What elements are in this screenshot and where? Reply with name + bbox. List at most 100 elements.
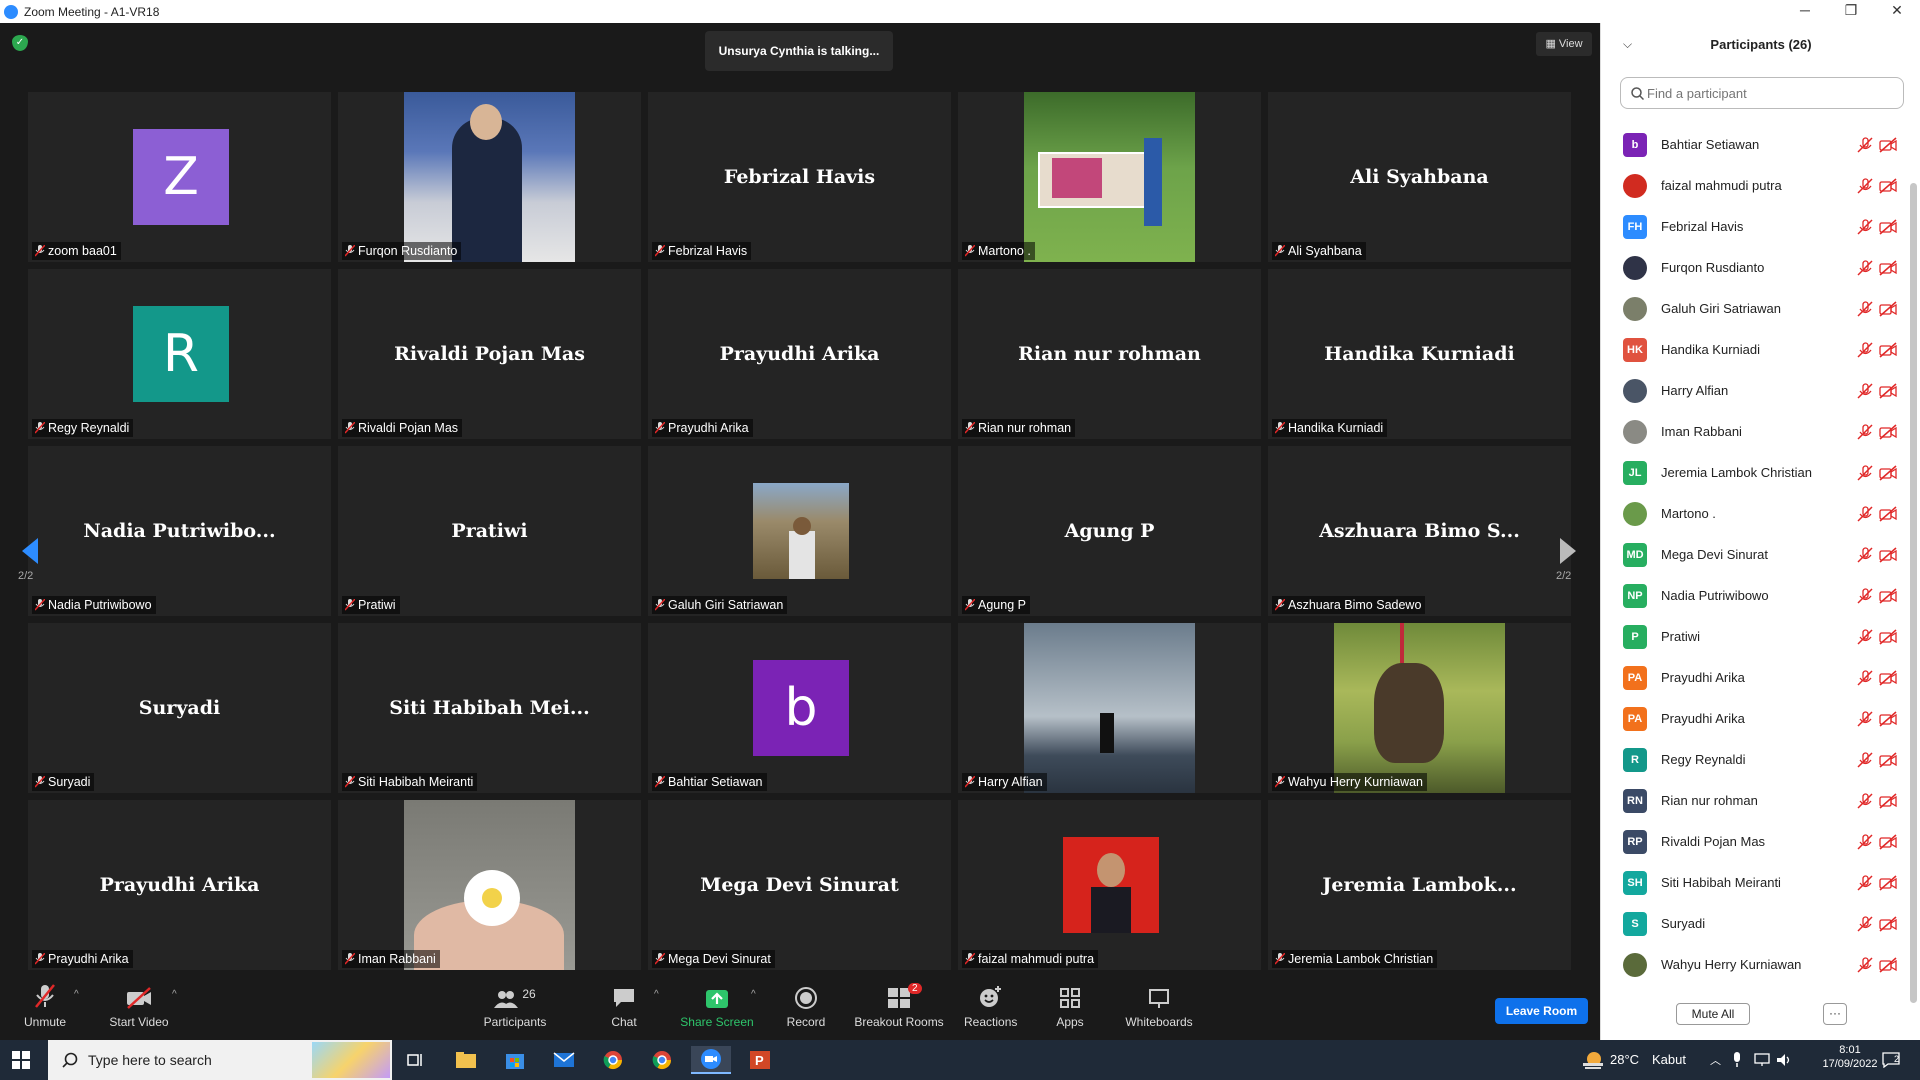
video-tile[interactable]: Jeremia Lambok... Jeremia Lambok Christia… xyxy=(1268,800,1571,970)
participant-row[interactable]: JL Jeremia Lambok Christian xyxy=(1601,453,1901,494)
video-tile[interactable]: Handika Kurniadi Handika Kurniadi xyxy=(1268,269,1571,439)
restore-button[interactable]: ❐ xyxy=(1828,0,1874,23)
minimize-button[interactable]: ─ xyxy=(1782,0,1828,23)
apps-button[interactable]: Apps xyxy=(1054,983,1086,1029)
breakout-rooms-button[interactable]: 2 Breakout Rooms xyxy=(852,983,946,1029)
participant-mic-button[interactable] xyxy=(1857,424,1873,445)
participant-video-button[interactable] xyxy=(1879,260,1897,281)
participant-mic-button[interactable] xyxy=(1857,383,1873,404)
windows-start-icon[interactable] xyxy=(12,1051,30,1069)
share-options-caret[interactable]: ^ xyxy=(751,989,756,1000)
participant-row[interactable]: PA Prayudhi Arika xyxy=(1601,658,1901,699)
participant-row[interactable]: SH Siti Habibah Meiranti xyxy=(1601,863,1901,904)
close-window-button[interactable]: ✕ xyxy=(1874,0,1920,23)
video-tile[interactable]: Rian nur rohman Rian nur rohman xyxy=(958,269,1261,439)
video-tile[interactable]: R Regy Reynaldi xyxy=(28,269,331,439)
mail-icon[interactable] xyxy=(544,1046,584,1074)
participant-row[interactable]: Furqon Rusdianto xyxy=(1601,248,1901,289)
participant-video-button[interactable] xyxy=(1879,834,1897,855)
whiteboards-button[interactable]: Whiteboards xyxy=(1124,983,1194,1029)
participant-mic-button[interactable] xyxy=(1857,834,1873,855)
participant-mic-button[interactable] xyxy=(1857,711,1873,732)
powerpoint-icon[interactable]: P xyxy=(740,1046,780,1074)
participant-video-button[interactable] xyxy=(1879,342,1897,363)
participant-video-button[interactable] xyxy=(1879,670,1897,691)
chrome-profile-icon[interactable] xyxy=(642,1046,682,1074)
participant-video-button[interactable] xyxy=(1879,793,1897,814)
participant-video-button[interactable] xyxy=(1879,137,1897,158)
participant-mic-button[interactable] xyxy=(1857,342,1873,363)
participant-mic-button[interactable] xyxy=(1857,629,1873,650)
weather-widget[interactable]: 28°C Kabut xyxy=(1582,1040,1692,1080)
video-tile[interactable]: Aszhuara Bimo S... Aszhuara Bimo Sadewo xyxy=(1268,446,1571,616)
audio-options-caret[interactable]: ^ xyxy=(74,989,79,1000)
participant-row[interactable]: Galuh Giri Satriawan xyxy=(1601,289,1901,330)
chat-button[interactable]: Chat xyxy=(604,983,644,1029)
participant-row[interactable]: faizal mahmudi putra xyxy=(1601,166,1901,207)
participant-mic-button[interactable] xyxy=(1857,301,1873,322)
record-button[interactable]: Record xyxy=(784,983,828,1029)
participant-mic-button[interactable] xyxy=(1857,875,1873,896)
participant-row[interactable]: R Regy Reynaldi xyxy=(1601,740,1901,781)
participant-video-button[interactable] xyxy=(1879,629,1897,650)
notifications-button[interactable]: 2 xyxy=(1878,1040,1908,1080)
start-video-button[interactable]: Start Video xyxy=(106,983,172,1029)
participant-mic-button[interactable] xyxy=(1857,793,1873,814)
video-tile[interactable]: b Bahtiar Setiawan xyxy=(648,623,951,793)
participant-video-button[interactable] xyxy=(1879,465,1897,486)
participant-mic-button[interactable] xyxy=(1857,137,1873,158)
video-tile[interactable]: Ali Syahbana Ali Syahbana xyxy=(1268,92,1571,262)
chat-options-caret[interactable]: ^ xyxy=(654,989,659,1000)
participant-row[interactable]: b Bahtiar Setiawan xyxy=(1601,125,1901,166)
participant-row[interactable]: S Suryadi xyxy=(1601,904,1901,945)
participant-video-button[interactable] xyxy=(1879,506,1897,527)
participant-video-button[interactable] xyxy=(1879,752,1897,773)
participant-mic-button[interactable] xyxy=(1857,178,1873,199)
participant-mic-button[interactable] xyxy=(1857,465,1873,486)
participant-row[interactable]: MD Mega Devi Sinurat xyxy=(1601,535,1901,576)
network-icon[interactable] xyxy=(1754,1053,1770,1067)
video-tile[interactable]: Febrizal Havis Febrizal Havis xyxy=(648,92,951,262)
video-tile[interactable]: Nadia Putriwibo... Nadia Putriwibowo xyxy=(28,446,331,616)
volume-icon[interactable] xyxy=(1776,1053,1792,1067)
participant-search[interactable] xyxy=(1620,77,1904,109)
reactions-button[interactable]: Reactions xyxy=(964,983,1017,1029)
task-view-icon[interactable] xyxy=(396,1046,436,1074)
unmute-button[interactable]: Unmute xyxy=(20,983,70,1029)
video-tile[interactable]: Martono . xyxy=(958,92,1261,262)
participant-row[interactable]: Iman Rabbani xyxy=(1601,412,1901,453)
participant-video-button[interactable] xyxy=(1879,301,1897,322)
chrome-icon[interactable] xyxy=(593,1046,633,1074)
participant-row[interactable]: P Pratiwi xyxy=(1601,617,1901,658)
video-tile[interactable]: Wahyu Herry Kurniawan xyxy=(1268,623,1571,793)
video-tile[interactable]: Prayudhi Arika Prayudhi Arika xyxy=(28,800,331,970)
prev-page-button[interactable]: 2/2 xyxy=(4,513,54,593)
participant-row[interactable]: NP Nadia Putriwibowo xyxy=(1601,576,1901,617)
leave-room-button[interactable]: Leave Room xyxy=(1495,998,1588,1024)
participant-video-button[interactable] xyxy=(1879,711,1897,732)
participant-row[interactable]: FH Febrizal Havis xyxy=(1601,207,1901,248)
participant-row[interactable]: HK Handika Kurniadi xyxy=(1601,330,1901,371)
zoom-taskbar-icon[interactable] xyxy=(691,1046,731,1074)
participant-row[interactable]: RN Rian nur rohman xyxy=(1601,781,1901,822)
participant-mic-button[interactable] xyxy=(1857,957,1873,978)
clock[interactable]: 8:01 17/09/2022 xyxy=(1812,1040,1888,1080)
next-page-button[interactable]: 2/2 xyxy=(1542,513,1592,593)
microphone-tray-icon[interactable] xyxy=(1732,1052,1742,1068)
video-tile[interactable]: faizal mahmudi putra xyxy=(958,800,1261,970)
participant-video-button[interactable] xyxy=(1879,875,1897,896)
participant-video-button[interactable] xyxy=(1879,219,1897,240)
video-tile[interactable]: Rivaldi Pojan Mas Rivaldi Pojan Mas xyxy=(338,269,641,439)
participant-row[interactable]: RP Rivaldi Pojan Mas xyxy=(1601,822,1901,863)
video-tile[interactable]: Harry Alfian xyxy=(958,623,1261,793)
show-hidden-icons-icon[interactable]: ︿ xyxy=(1710,1052,1721,1068)
participant-video-button[interactable] xyxy=(1879,588,1897,609)
file-explorer-icon[interactable] xyxy=(446,1046,486,1074)
participant-video-button[interactable] xyxy=(1879,424,1897,445)
encryption-shield-icon[interactable]: ✓ xyxy=(12,35,28,51)
participant-row[interactable]: Harry Alfian xyxy=(1601,371,1901,412)
participant-mic-button[interactable] xyxy=(1857,752,1873,773)
participant-mic-button[interactable] xyxy=(1857,547,1873,568)
search-input[interactable] xyxy=(1647,84,1887,102)
participant-mic-button[interactable] xyxy=(1857,670,1873,691)
